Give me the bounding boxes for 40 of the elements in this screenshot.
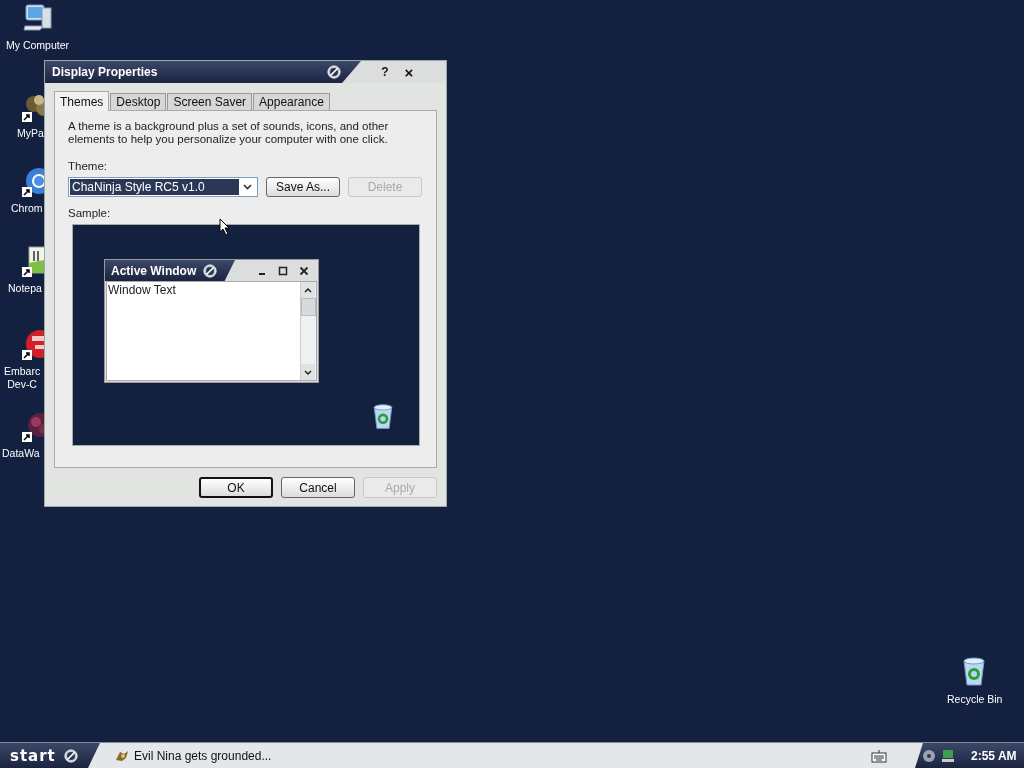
window-title: Display Properties — [52, 65, 158, 79]
taskbar-item[interactable]: Evil Nina gets grounded... — [114, 747, 272, 764]
start-logo-icon — [63, 748, 78, 763]
scroll-down-icon — [301, 364, 315, 380]
close-button[interactable]: × — [397, 63, 421, 81]
tab[interactable]: Screen Saver — [167, 93, 253, 110]
tab[interactable]: Themes — [54, 91, 110, 111]
desktop-icon-label[interactable]: Embarc Dev-C — [4, 365, 41, 391]
network-icon[interactable] — [940, 747, 956, 764]
scroll-up-icon — [301, 282, 315, 298]
theme-dropdown[interactable]: ChaNinja Style RC5 v1.0 — [68, 177, 258, 197]
maximize-icon — [278, 265, 288, 276]
start-button[interactable]: start — [0, 743, 100, 768]
computer-icon — [22, 2, 54, 34]
sample-window-text: Window Text — [107, 282, 177, 298]
theme-button[interactable]: Save As... — [266, 177, 340, 197]
dialog-button[interactable]: OK — [199, 477, 273, 498]
theme-label: Theme: — [68, 160, 108, 172]
close-icon — [299, 265, 309, 276]
clock: 2:55 AM — [971, 748, 1017, 763]
desktop-icon-label[interactable]: MyPa — [17, 127, 44, 140]
desktop-icon-label[interactable]: Recycle Bin — [947, 693, 1003, 706]
description-text: A theme is a background plus a set of sounds, icons, and other elements to help you personalize your computer with one click. — [68, 120, 390, 146]
tab[interactable]: Desktop — [110, 93, 167, 110]
desktop-icon-label[interactable]: My Computer — [6, 39, 69, 52]
cursor-icon — [219, 218, 231, 236]
scroll-thumb — [301, 298, 316, 316]
desktop-icon-label[interactable]: Chrom — [11, 202, 43, 215]
help-button[interactable]: ? — [373, 65, 397, 79]
sample-label: Sample: — [68, 207, 112, 219]
dialog-button[interactable]: Cancel — [281, 477, 355, 498]
sample-window-title: Active Window — [111, 263, 197, 278]
tab[interactable]: Appearance — [253, 93, 330, 110]
desktop-icon-label[interactable]: Notepa — [8, 282, 42, 295]
minimize-icon — [259, 273, 265, 275]
logo-icon — [327, 65, 341, 79]
disc-icon[interactable] — [921, 747, 937, 764]
keyboard-icon[interactable] — [871, 748, 887, 763]
desktop-icon-label[interactable]: DataWa — [2, 447, 40, 460]
sample-logo-icon — [203, 263, 217, 278]
